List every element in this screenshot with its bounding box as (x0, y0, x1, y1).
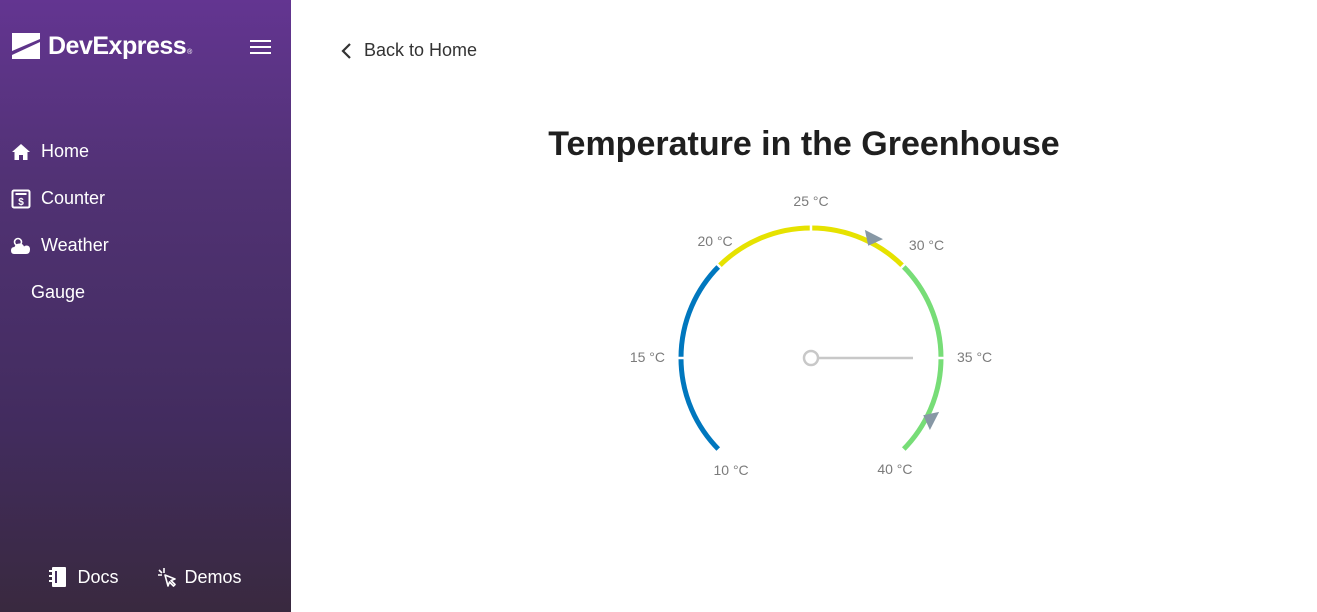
devexpress-logo[interactable]: DevExpress ® (12, 31, 192, 61)
gauge-tick-label: 40 °C (877, 461, 912, 477)
sidebar-item-label: Counter (41, 188, 106, 208)
gauge-tick-label: 25 °C (793, 193, 828, 209)
gauge-range-0 (678, 264, 721, 452)
sidebar-item-counter[interactable]: $ Counter (0, 175, 291, 222)
sidebar-footer: Docs Demos (0, 566, 291, 588)
brand-registered-mark: ® (187, 48, 193, 56)
sidebar-item-home[interactable]: Home (0, 128, 291, 175)
weather-icon (11, 236, 31, 256)
gauge-range-1 (717, 225, 905, 268)
sidebar-nav: Home $ Counter Weather Gauge (0, 128, 291, 316)
sidebar-item-label: Home (41, 141, 90, 161)
devexpress-logo-icon (12, 33, 40, 59)
brand-name: DevExpress (48, 31, 187, 60)
gauge-tick-label: 20 °C (697, 233, 732, 249)
sidebar-item-label: Weather (41, 235, 109, 255)
counter-icon: $ (11, 189, 31, 209)
home-icon (11, 142, 31, 162)
gauge-needle-hub (802, 349, 820, 367)
gauge-tick-label: 35 °C (957, 349, 992, 365)
chevron-left-icon (341, 42, 351, 59)
docs-link[interactable]: Docs (49, 566, 119, 588)
demos-link[interactable]: Demos (157, 566, 242, 588)
sidebar-item-label: Gauge (31, 282, 86, 302)
gauge-tick-label: 15 °C (630, 349, 665, 365)
svg-text:$: $ (18, 197, 24, 208)
sidebar-item-weather[interactable]: Weather (0, 222, 291, 269)
temperature-gauge: 10 °C 15 °C 20 °C 25 °C 30 °C 35 °C 40 °C (630, 193, 992, 478)
docs-label: Docs (77, 566, 119, 587)
page-title: Temperature in the Greenhouse (548, 125, 1060, 163)
sidebar: DevExpress ® Home $ Counter Weather Gaug… (0, 0, 291, 612)
gauge-tick-label: 10 °C (713, 462, 748, 478)
back-to-home-link[interactable]: Back to Home (340, 40, 477, 61)
demos-icon (157, 566, 177, 588)
docs-icon (49, 566, 69, 588)
menu-toggle-icon[interactable] (250, 40, 271, 56)
gauge-tick-label: 30 °C (909, 237, 944, 253)
demos-label: Demos (184, 566, 242, 587)
back-label: Back to Home (364, 40, 478, 60)
sidebar-item-gauge[interactable]: Gauge (0, 269, 291, 316)
